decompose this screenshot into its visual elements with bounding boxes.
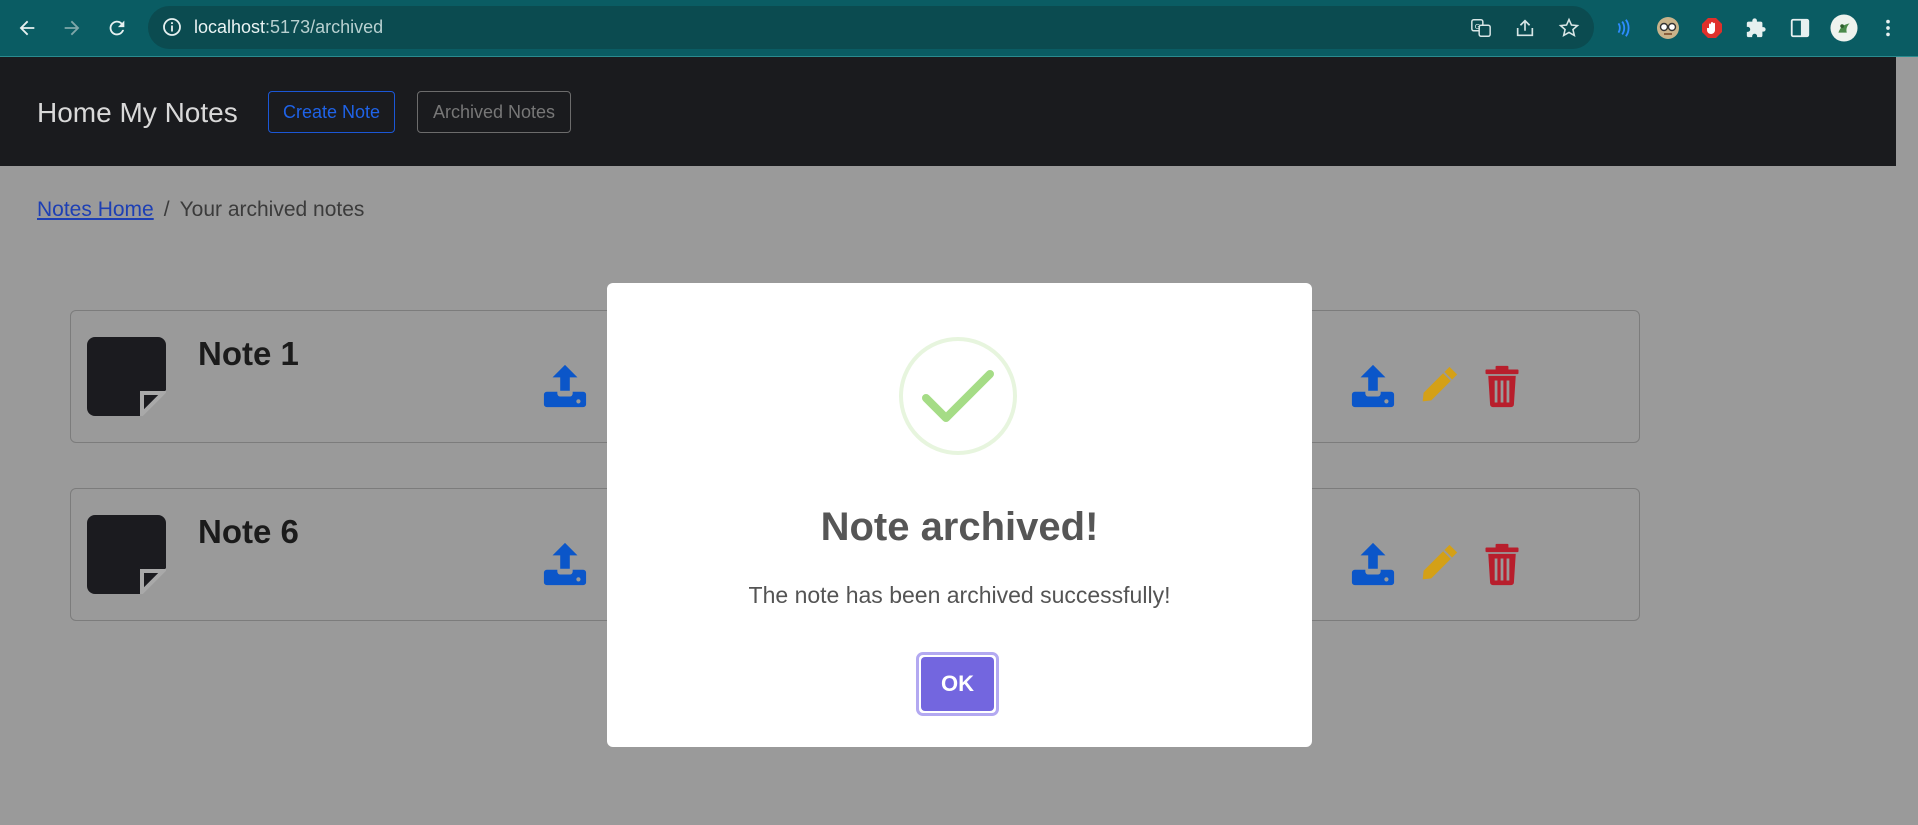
svg-text:G: G — [1475, 22, 1481, 31]
sticky-note-icon — [87, 515, 166, 594]
archived-notes-button[interactable]: Archived Notes — [417, 91, 571, 133]
note-title: Note 6 — [198, 513, 299, 550]
extension-blocker-icon[interactable] — [1698, 14, 1726, 42]
edit-pencil-icon[interactable] — [1413, 361, 1463, 411]
translate-icon[interactable]: G — [1470, 17, 1492, 39]
sticky-note-icon — [87, 337, 166, 416]
app-navbar: Home My Notes Create Note Archived Notes — [0, 57, 1896, 166]
url-text: localhost:5173/archived — [194, 17, 384, 37]
breadcrumb-current: Your archived notes — [179, 198, 365, 221]
ok-button-label: OK — [921, 657, 994, 711]
create-note-button[interactable]: Create Note — [268, 91, 395, 133]
extensions-puzzle-icon[interactable] — [1742, 14, 1770, 42]
success-check-icon — [899, 337, 1017, 455]
note-title: Note 1 — [198, 335, 299, 372]
scrollbar[interactable] — [1896, 57, 1918, 825]
delete-trash-icon[interactable] — [1477, 361, 1527, 411]
browser-menu-icon[interactable] — [1874, 14, 1902, 42]
address-bar[interactable]: localhost:5173/archived G — [148, 6, 1594, 49]
share-icon[interactable] — [1514, 17, 1536, 39]
profile-avatar[interactable] — [1830, 14, 1858, 42]
brand-link[interactable]: Home My Notes — [37, 97, 238, 129]
bookmark-star-icon[interactable] — [1558, 17, 1580, 39]
delete-trash-icon[interactable] — [1477, 539, 1527, 589]
breadcrumb-home-link[interactable]: Notes Home — [37, 198, 154, 221]
breadcrumb: Notes Home / Your archived notes — [37, 198, 364, 222]
side-panel-icon[interactable] — [1786, 14, 1814, 42]
ok-button[interactable]: OK — [916, 652, 999, 716]
unarchive-icon[interactable] — [540, 361, 590, 411]
unarchive-icon[interactable] — [1348, 361, 1398, 411]
reload-icon[interactable] — [102, 13, 132, 43]
extension-wave-icon[interactable] — [1610, 14, 1638, 42]
back-icon[interactable] — [12, 13, 42, 43]
unarchive-icon[interactable] — [1348, 539, 1398, 589]
site-info-icon[interactable] — [162, 17, 182, 37]
dialog-message: The note has been archived successfully! — [748, 582, 1171, 608]
unarchive-icon[interactable] — [540, 539, 590, 589]
dialog-title: Note archived! — [820, 505, 1099, 549]
extension-glasses-icon[interactable] — [1654, 14, 1682, 42]
edit-pencil-icon[interactable] — [1413, 539, 1463, 589]
forward-icon[interactable] — [57, 13, 87, 43]
success-dialog: Note archived! The note has been archive… — [607, 283, 1312, 747]
breadcrumb-separator: / — [163, 198, 170, 221]
